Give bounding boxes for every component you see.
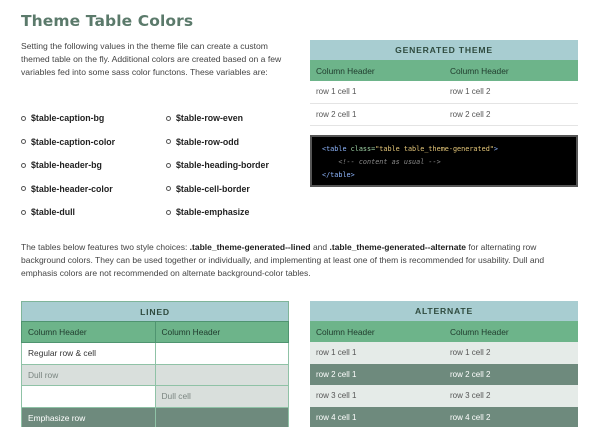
table-caption: GENERATED THEME (310, 40, 578, 60)
table-cell (21, 385, 156, 408)
table-cell (154, 363, 289, 386)
page-title: Theme Table Colors (21, 12, 194, 30)
code-tag: </table> (322, 171, 355, 179)
table-cell (154, 406, 289, 427)
table-row: Dull cell (21, 385, 289, 408)
table-cell: row 1 cell 1 (310, 81, 444, 104)
column-header: Column Header (444, 60, 578, 81)
variables-list-right: $table-row-even $table-row-odd $table-he… (166, 112, 269, 230)
table-cell: row 1 cell 2 (444, 81, 578, 104)
code-tag: > (493, 145, 498, 153)
column-header: Column Header (310, 321, 444, 342)
code-attr: class= (350, 145, 376, 153)
table-cell: row 3 cell 2 (444, 385, 578, 407)
class-name-lined: .table_theme-generated--lined (189, 242, 311, 252)
table-cell: row 2 cell 2 (444, 103, 578, 126)
table-caption: ALTERNATE (310, 301, 578, 321)
code-comment: <!-- content as usual --> (338, 158, 441, 166)
table-cell: row 1 cell 2 (444, 342, 578, 364)
table-cell: Emphasize row (21, 406, 156, 427)
variables-list-left: $table-caption-bg $table-caption-color $… (21, 112, 115, 230)
generated-theme-table: GENERATED THEME Column Header Column Hea… (310, 40, 578, 126)
table-cell (154, 342, 289, 365)
table-cell: row 2 cell 1 (310, 103, 444, 126)
paragraph-text: The tables below features two style choi… (21, 242, 190, 252)
table-cell: row 1 cell 1 (310, 342, 444, 364)
intro-text: Setting the following values in the them… (21, 41, 282, 77)
variable-item: $table-row-even (166, 112, 269, 136)
table-row: row 3 cell 1 row 3 cell 2 (310, 385, 578, 407)
code-example[interactable]: <table class="table table_theme-generate… (310, 135, 578, 187)
table-caption: LINED (21, 301, 289, 321)
table-cell: Dull row (21, 363, 156, 386)
lined-table: LINED Column Header Column Header Regula… (21, 301, 289, 427)
variable-item: $table-header-bg (21, 159, 115, 183)
table-cell: row 3 cell 1 (310, 385, 444, 407)
code-string: "table table_theme-generated" (375, 145, 494, 153)
variable-item: $table-heading-border (166, 159, 269, 183)
variable-item: $table-row-odd (166, 136, 269, 160)
code-tag: <table (322, 145, 351, 153)
variable-item: $table-caption-color (21, 136, 115, 160)
variable-item: $table-emphasize (166, 206, 269, 230)
column-header: Column Header (154, 321, 289, 343)
class-name-alternate: .table_theme-generated--alternate (329, 242, 467, 252)
table-row: row 2 cell 1 row 2 cell 2 (310, 103, 578, 126)
variable-item: $table-cell-border (166, 183, 269, 207)
table-cell: row 4 cell 1 (310, 406, 444, 427)
table-cell: row 2 cell 1 (310, 363, 444, 385)
table-row-dull: Dull row (21, 363, 289, 386)
table-row: row 4 cell 1 row 4 cell 2 (310, 406, 578, 427)
variable-item: $table-dull (21, 206, 115, 230)
table-row: row 1 cell 1 row 1 cell 2 (310, 342, 578, 364)
description-paragraph: The tables below features two style choi… (21, 241, 581, 280)
table-cell: row 2 cell 2 (444, 363, 578, 385)
table-row: row 2 cell 1 row 2 cell 2 (310, 363, 578, 385)
table-row: Regular row & cell (21, 342, 289, 365)
column-header: Column Header (310, 60, 444, 81)
column-header: Column Header (21, 321, 156, 343)
paragraph-text: and (310, 242, 330, 252)
variable-item: $table-caption-bg (21, 112, 115, 136)
table-cell: row 4 cell 2 (444, 406, 578, 427)
column-header: Column Header (444, 321, 578, 342)
variable-item: $table-header-color (21, 183, 115, 207)
table-row-emphasize: Emphasize row (21, 406, 289, 427)
table-cell-dull: Dull cell (154, 385, 289, 408)
alternate-table: ALTERNATE Column Header Column Header ro… (310, 301, 578, 427)
table-row: row 1 cell 1 row 1 cell 2 (310, 81, 578, 104)
table-cell: Regular row & cell (21, 342, 156, 365)
